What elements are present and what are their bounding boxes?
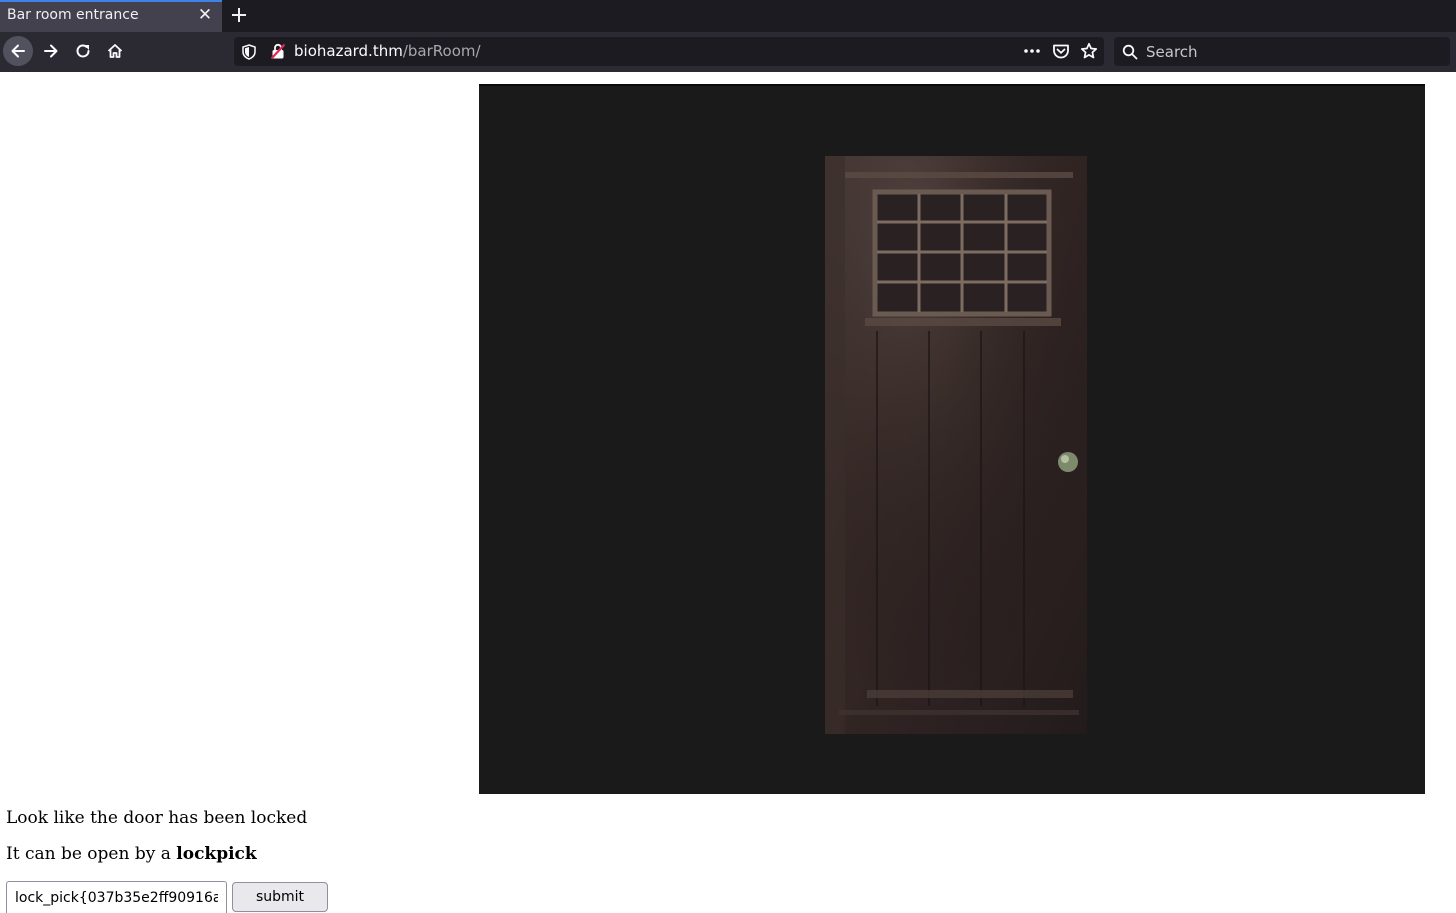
tab-title: Bar room entrance — [7, 7, 139, 23]
insecure-lock-icon[interactable] — [270, 43, 286, 60]
lockpick-answer-input[interactable] — [6, 881, 227, 913]
url-path: /barRoom/ — [402, 42, 481, 60]
tab-bar-room-entrance[interactable]: Bar room entrance ✕ — [0, 0, 222, 32]
reload-button[interactable] — [68, 36, 98, 66]
home-icon — [107, 44, 123, 58]
locked-door-image — [479, 84, 1425, 794]
submit-button[interactable]: submit — [232, 882, 328, 912]
back-arrow-icon — [11, 44, 25, 58]
home-button[interactable] — [100, 36, 130, 66]
browser-chrome: Bar room entrance ✕ biohazard.thm/barRoo… — [0, 0, 1456, 72]
star-icon[interactable] — [1080, 42, 1098, 60]
tab-strip: Bar room entrance ✕ — [0, 0, 1456, 32]
close-icon[interactable]: ✕ — [196, 5, 214, 25]
door-illustration — [825, 156, 1087, 734]
lockpick-hint-prefix: It can be open by a — [6, 844, 177, 864]
active-tab-indicator — [0, 0, 222, 2]
pocket-icon[interactable] — [1052, 43, 1070, 60]
navigation-toolbar: biohazard.thm/barRoom/ — [0, 32, 1456, 72]
back-button[interactable] — [3, 36, 33, 66]
lockpick-keyword: lockpick — [176, 844, 257, 864]
more-dots-icon[interactable] — [1022, 43, 1042, 59]
lockpick-hint: It can be open by a lockpick — [6, 844, 257, 864]
search-input[interactable] — [1144, 40, 1438, 64]
reload-icon — [76, 44, 90, 58]
locked-message: Look like the door has been locked — [6, 808, 308, 828]
plus-icon — [232, 8, 246, 22]
forward-arrow-icon — [44, 44, 58, 58]
new-tab-button[interactable] — [228, 4, 250, 26]
url-text[interactable]: biohazard.thm/barRoom/ — [294, 42, 481, 60]
search-bar[interactable] — [1114, 37, 1450, 66]
url-host: biohazard.thm — [294, 42, 403, 60]
forward-button[interactable] — [36, 36, 66, 66]
shield-icon[interactable] — [242, 44, 256, 60]
search-icon — [1122, 44, 1138, 60]
url-bar[interactable]: biohazard.thm/barRoom/ — [234, 37, 1104, 66]
